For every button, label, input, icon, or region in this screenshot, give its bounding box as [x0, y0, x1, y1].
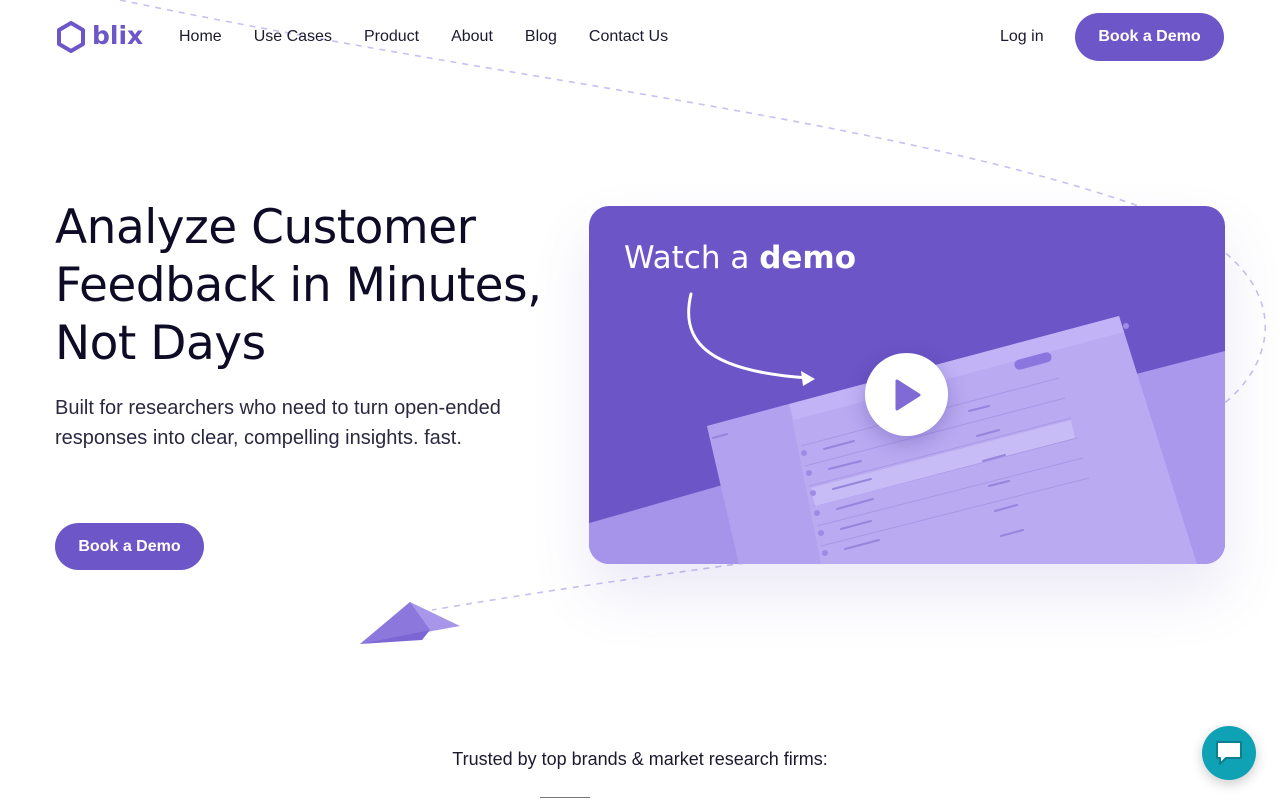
play-icon — [895, 379, 920, 410]
top-navigation: blix Home Use Cases Product About Blog C… — [0, 0, 1280, 75]
hexagon-logo-icon — [57, 21, 85, 53]
play-button[interactable] — [865, 353, 948, 436]
watch-demo-title-bold: demo — [759, 240, 857, 276]
nav-link-blog[interactable]: Blog — [525, 26, 557, 48]
watch-demo-title-prefix: Watch a — [624, 240, 760, 276]
nav-link-use-cases[interactable]: Use Cases — [254, 26, 332, 48]
paper-plane-icon — [360, 602, 460, 644]
book-demo-hero-button[interactable]: Book a Demo — [55, 523, 204, 570]
chat-button[interactable] — [1202, 726, 1256, 780]
book-demo-nav-button[interactable]: Book a Demo — [1075, 13, 1224, 61]
nav-link-contact-us[interactable]: Contact Us — [589, 26, 668, 48]
hero-subtitle: Built for researchers who need to turn o… — [55, 397, 501, 449]
logo-text: blix — [92, 21, 144, 50]
trusted-by-text: Trusted by top brands & market research … — [452, 749, 828, 769]
demo-video-card[interactable]: Watch a demo — [589, 206, 1225, 564]
nav-link-about[interactable]: About — [451, 26, 493, 48]
nav-link-home[interactable]: Home — [179, 26, 222, 48]
chat-icon — [1216, 741, 1242, 765]
hero-title: Analyze Customer Feedback in Minutes, No… — [55, 200, 542, 371]
login-link[interactable]: Log in — [1000, 26, 1044, 48]
blix-logo[interactable]: blix — [55, 20, 143, 54]
nav-links: Home Use Cases Product About Blog Contac… — [179, 26, 668, 48]
nav-link-product[interactable]: Product — [364, 26, 419, 48]
watch-demo-title: Watch a demo — [624, 240, 856, 276]
